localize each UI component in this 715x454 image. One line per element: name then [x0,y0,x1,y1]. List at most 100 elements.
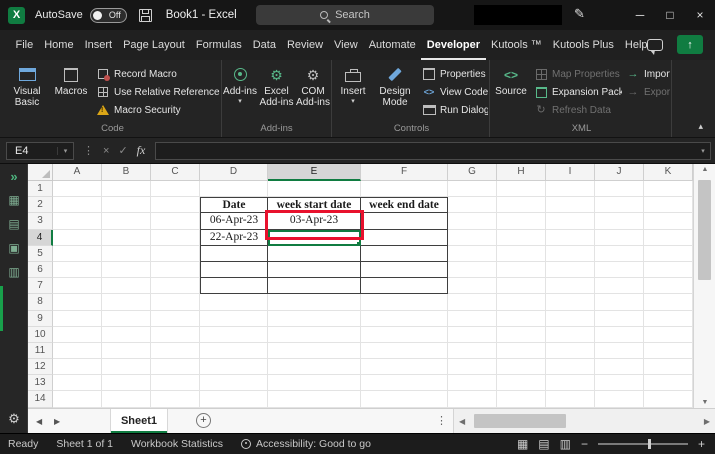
cell-J9[interactable] [595,311,644,327]
column-header-A[interactable]: A [53,164,102,181]
cell-C8[interactable] [151,294,200,310]
scroll-left-icon[interactable]: ◀ [459,417,465,426]
row-header-4[interactable]: 4 [28,230,53,246]
cell-B2[interactable] [102,197,151,213]
cell-A7[interactable] [53,278,102,294]
kutools-pane-printer-icon[interactable]: ▣ [0,236,28,260]
menu-tab-kutools[interactable]: Kutools ™ [486,30,548,60]
cell-G12[interactable] [448,359,497,375]
row-header-3[interactable]: 3 [28,213,53,229]
kutools-pane-chart-icon[interactable]: ▥ [0,260,28,284]
cell-E1[interactable] [268,181,361,197]
cell-F12[interactable] [361,359,448,375]
cell-C4[interactable] [151,230,200,246]
cell-C2[interactable] [151,197,200,213]
source-button[interactable]: <> Source [492,63,530,120]
cell-H11[interactable] [497,343,546,359]
zoom-slider-thumb[interactable] [648,439,651,449]
cell-A12[interactable] [53,359,102,375]
cell-I2[interactable] [546,197,595,213]
cell-J13[interactable] [595,375,644,391]
cell-H9[interactable] [497,311,546,327]
column-header-E[interactable]: E [268,164,361,181]
cell-E13[interactable] [268,375,361,391]
cell-E8[interactable] [268,294,361,310]
cell-J2[interactable] [595,197,644,213]
addins-button[interactable]: Add-ins ▾ [222,63,258,120]
column-header-J[interactable]: J [595,164,644,181]
maximize-button[interactable]: □ [655,0,685,30]
cell-C6[interactable] [151,262,200,278]
vertical-scrollbar[interactable]: ▲ ▼ [693,164,715,408]
cell-E2[interactable]: week start date [268,197,361,213]
cell-B8[interactable] [102,294,151,310]
cell-H3[interactable] [497,213,546,229]
row-header-6[interactable]: 6 [28,262,53,278]
cell-E10[interactable] [268,327,361,343]
menu-tab-page-layout[interactable]: Page Layout [118,30,191,60]
cell-J8[interactable] [595,294,644,310]
cell-K4[interactable] [644,230,693,246]
share-button[interactable]: ↑ [677,35,703,54]
cell-G6[interactable] [448,262,497,278]
horizontal-scrollbar-thumb[interactable] [474,414,566,428]
menu-tab-home[interactable]: Home [39,30,79,60]
cell-H13[interactable] [497,375,546,391]
cell-D6[interactable] [200,262,268,278]
menu-tab-view[interactable]: View [329,30,364,60]
cell-K11[interactable] [644,343,693,359]
settings-gear-icon[interactable]: ⚙ [0,411,28,427]
scroll-up-icon[interactable]: ▲ [694,166,715,173]
cell-B7[interactable] [102,278,151,294]
cell-H7[interactable] [497,278,546,294]
cell-G7[interactable] [448,278,497,294]
cell-D9[interactable] [200,311,268,327]
use-relative-references-button[interactable]: Use Relative References [92,83,220,101]
cell-J7[interactable] [595,278,644,294]
cell-E6[interactable] [268,262,361,278]
cell-F3[interactable] [361,213,448,229]
menu-tab-developer[interactable]: Developer [421,30,485,60]
excel-addins-button[interactable]: ⚙ Excel Add-ins [258,63,295,120]
column-header-H[interactable]: H [497,164,546,181]
cell-G11[interactable] [448,343,497,359]
tab-bar-options-icon[interactable]: ⋮ [436,414,447,427]
expand-pane-icon[interactable]: » [0,164,28,188]
cell-G2[interactable] [448,197,497,213]
cell-A13[interactable] [53,375,102,391]
cell-F1[interactable] [361,181,448,197]
comments-icon[interactable] [647,39,663,51]
cell-I4[interactable] [546,230,595,246]
cell-H6[interactable] [497,262,546,278]
workbook-statistics[interactable]: Workbook Statistics [131,438,223,450]
name-box[interactable]: E4 ▾ [6,142,74,160]
cell-A9[interactable] [53,311,102,327]
cell-I1[interactable] [546,181,595,197]
macro-security-button[interactable]: Macro Security [92,101,220,119]
cell-D11[interactable] [200,343,268,359]
cell-H12[interactable] [497,359,546,375]
cell-F4[interactable] [361,230,448,246]
cell-C10[interactable] [151,327,200,343]
cell-J3[interactable] [595,213,644,229]
record-macro-button[interactable]: Record Macro [92,65,220,83]
cell-J14[interactable] [595,391,644,407]
cell-K12[interactable] [644,359,693,375]
cell-B12[interactable] [102,359,151,375]
cell-J10[interactable] [595,327,644,343]
design-mode-button[interactable]: Design Mode [372,63,418,120]
cell-F9[interactable] [361,311,448,327]
cell-K1[interactable] [644,181,693,197]
cell-E12[interactable] [268,359,361,375]
cell-F5[interactable] [361,246,448,262]
row-header-1[interactable]: 1 [28,181,53,197]
column-header-F[interactable]: F [361,164,448,181]
cell-B1[interactable] [102,181,151,197]
page-break-view-button[interactable]: ▥ [560,437,571,451]
cell-J12[interactable] [595,359,644,375]
cell-D1[interactable] [200,181,268,197]
cell-E7[interactable] [268,278,361,294]
cell-J6[interactable] [595,262,644,278]
page-layout-view-button[interactable]: ▤ [538,437,549,451]
cell-I11[interactable] [546,343,595,359]
